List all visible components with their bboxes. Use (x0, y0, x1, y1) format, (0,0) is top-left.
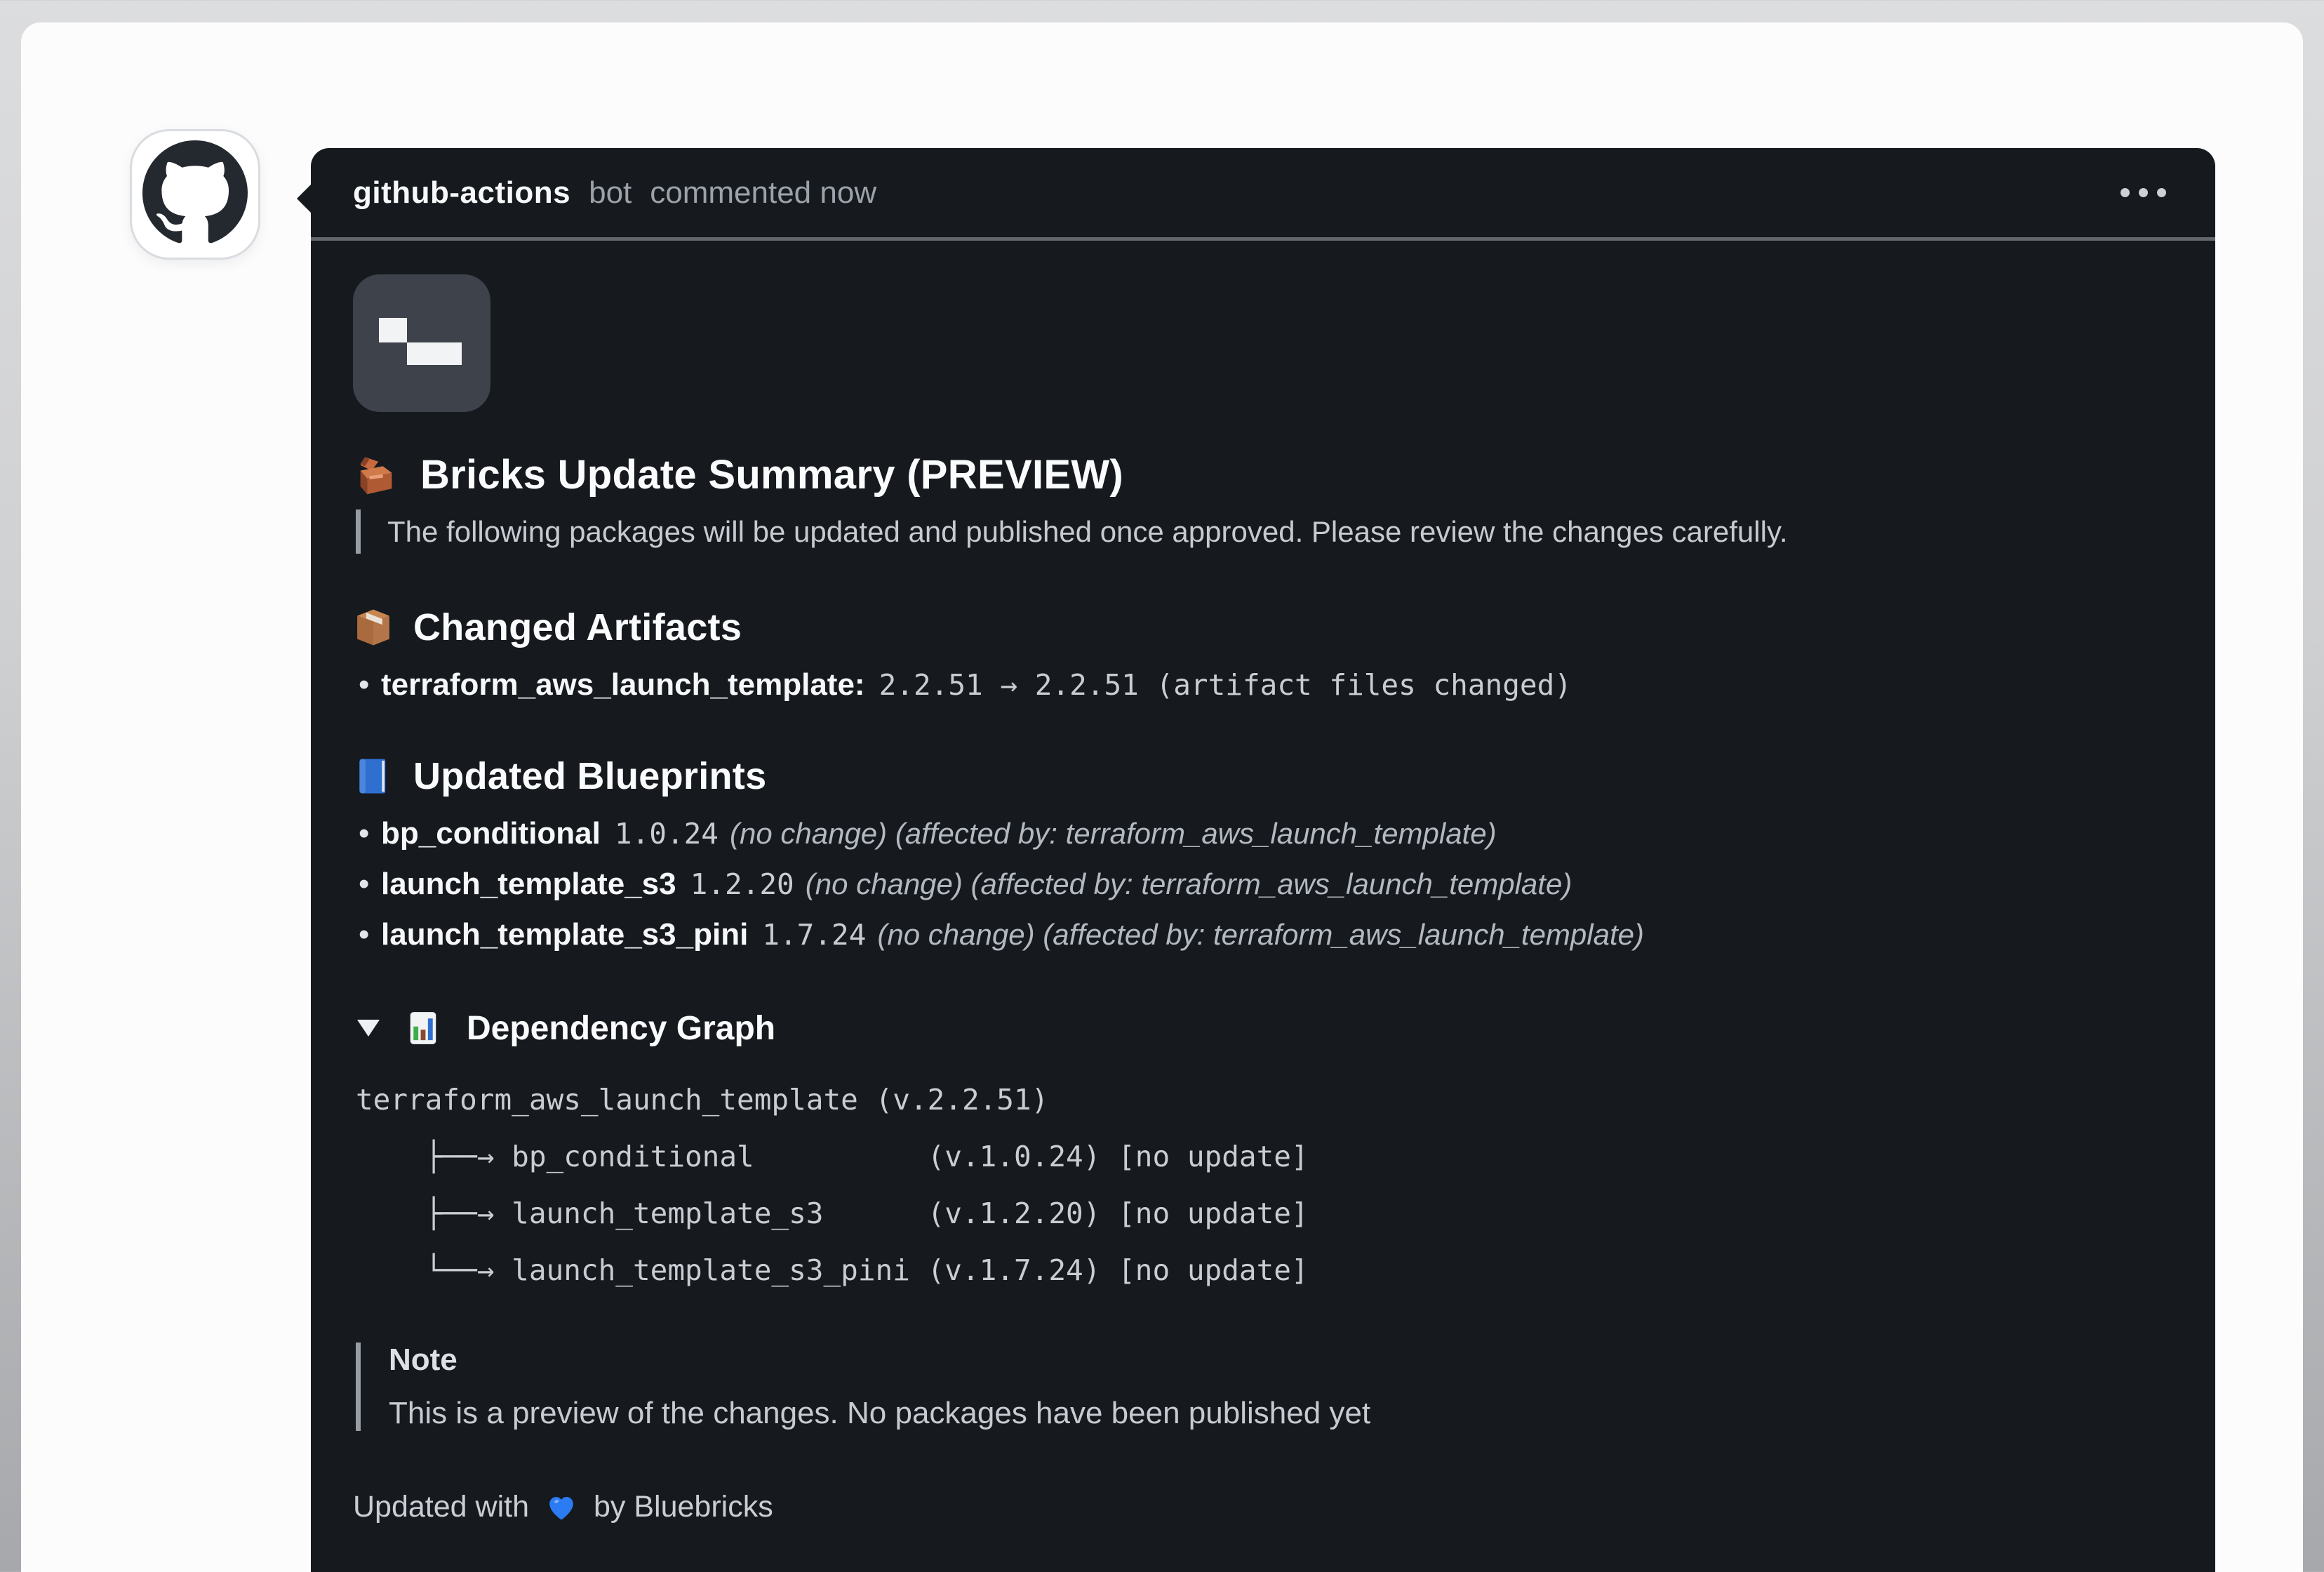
dependency-tree-line: ├──→ launch_template_s3 (v.1.2.20) [no u… (356, 1185, 2173, 1242)
artifact-name: terraform_aws_launch_template: (381, 667, 865, 702)
changed-artifacts-list: terraform_aws_launch_template: 2.2.51 → … (353, 667, 2173, 702)
blueprint-version: 1.2.20 (690, 867, 794, 901)
blueprint-item: launch_template_s3_pini 1.7.24 (no chang… (353, 917, 2173, 952)
summary-heading-row: Bricks Update Summary (PREVIEW) (353, 451, 2173, 498)
blueprint-name: launch_template_s3_pini (381, 917, 748, 952)
blueprint-name: bp_conditional (381, 816, 601, 851)
summary-title: Bricks Update Summary (PREVIEW) (420, 451, 1123, 498)
brick-icon (353, 452, 399, 498)
comment-timestamp[interactable]: commented now (650, 175, 876, 211)
kebab-menu-icon[interactable] (2113, 181, 2173, 204)
triangle-down-icon (357, 1020, 380, 1037)
author-badge: bot (589, 175, 632, 211)
note-block: Note This is a preview of the changes. N… (356, 1343, 2173, 1431)
dependency-graph-heading: Dependency Graph (467, 1009, 775, 1048)
updated-blueprints-heading: Updated Blueprints (413, 754, 766, 798)
comment-header: github-actions bot commented now (311, 148, 2215, 241)
dependency-tree-line: └──→ launch_template_s3_pini (v.1.7.24) … (356, 1242, 2173, 1299)
avatar[interactable] (130, 129, 260, 260)
bluebricks-logo (353, 274, 490, 412)
artifact-item: terraform_aws_launch_template: 2.2.51 → … (353, 667, 2173, 702)
comment-body: Bricks Update Summary (PREVIEW) The foll… (311, 241, 2215, 1553)
dependency-tree: terraform_aws_launch_template (v.2.2.51)… (353, 1072, 2173, 1299)
updated-blueprints-list: bp_conditional 1.0.24 (no change) (affec… (353, 816, 2173, 952)
changed-artifacts-heading: Changed Artifacts (413, 606, 742, 649)
updated-blueprints-heading-row: Updated Blueprints (353, 754, 2173, 798)
blueprint-name: launch_template_s3 (381, 867, 676, 902)
logo-square (379, 318, 407, 342)
blueprint-note: (no change) (affected by: terraform_aws_… (730, 817, 1497, 851)
blueprint-version: 1.7.24 (762, 918, 866, 952)
footer-prefix: Updated with (353, 1490, 529, 1524)
footer: Updated with by Bluebricks (353, 1488, 2173, 1525)
blue-book-icon (353, 756, 394, 797)
bar-chart-icon (403, 1008, 443, 1048)
speech-caret (297, 182, 314, 215)
blueprint-item: bp_conditional 1.0.24 (no change) (affec… (353, 816, 2173, 851)
blueprint-note: (no change) (affected by: terraform_aws_… (806, 867, 1572, 901)
blueprint-note: (no change) (affected by: terraform_aws_… (877, 918, 1644, 952)
summary-quote: The following packages will be updated a… (356, 509, 2173, 554)
artifact-version-detail: 2.2.51 → 2.2.51 (artifact files changed) (879, 668, 1572, 702)
page-panel: github-actions bot commented now (21, 22, 2303, 1572)
dependency-tree-line: ├──→ bp_conditional (v.1.0.24) [no updat… (356, 1128, 2173, 1185)
comment-author[interactable]: github-actions (353, 175, 570, 211)
logo-bar (407, 342, 462, 365)
blueprint-item: launch_template_s3 1.2.20 (no change) (a… (353, 867, 2173, 902)
note-text: This is a preview of the changes. No pac… (389, 1396, 2173, 1431)
github-octocat-icon (142, 140, 248, 249)
dependency-graph-toggle[interactable]: Dependency Graph (353, 1008, 2173, 1048)
blue-heart-icon (543, 1488, 580, 1525)
package-icon (353, 607, 394, 648)
footer-suffix: by Bluebricks (594, 1490, 773, 1524)
note-label: Note (389, 1343, 2173, 1378)
changed-artifacts-heading-row: Changed Artifacts (353, 606, 2173, 649)
comment-card: github-actions bot commented now (311, 148, 2215, 1572)
blueprint-version: 1.0.24 (615, 817, 719, 851)
dependency-tree-root: terraform_aws_launch_template (v.2.2.51) (356, 1072, 2173, 1128)
